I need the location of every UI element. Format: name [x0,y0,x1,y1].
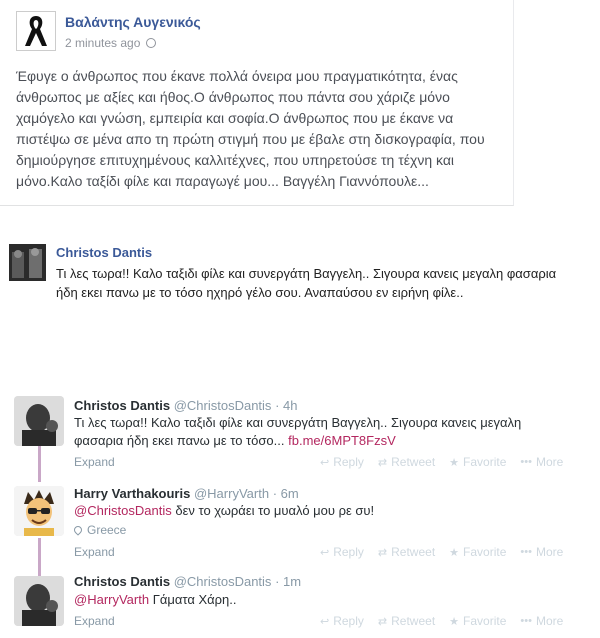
avatar-photo [14,576,64,626]
tweet-author-handle[interactable]: @HarryVarth [194,486,269,501]
more-button[interactable]: ••• More [520,614,563,628]
favorite-button[interactable]: ★ Favorite [449,545,506,559]
retweet-button[interactable]: ⇄ Retweet [378,455,435,469]
expand-link[interactable]: Expand [74,455,115,469]
star-icon: ★ [449,546,460,559]
tweet: Christos Dantis @ChristosDantis · 1m @Ha… [0,570,600,636]
commenter-avatar[interactable] [9,244,46,281]
globe-icon [146,38,157,48]
tweet-author-name[interactable]: Christos Dantis [74,574,170,589]
location-label: Greece [87,523,127,537]
ellipsis-icon: ••• [520,615,532,627]
tweet-actions: ↩ Reply ⇄ Retweet ★ Favorite ••• More [320,455,563,469]
tweet-author-name[interactable]: Harry Varthakouris [74,486,190,501]
expand-link[interactable]: Expand [74,614,115,628]
tweet-header: Christos Dantis @ChristosDantis · 4h [74,398,297,413]
retweet-button[interactable]: ⇄ Retweet [378,545,435,559]
facebook-comment: Christos Dantis Τι λες τωρα!! Καλο ταξιδ… [0,238,600,328]
tweet-text: δεν το χωράει το μυαλό μου ρε συ! [171,503,375,518]
retweet-icon: ⇄ [377,546,388,559]
map-pin-icon [72,524,84,536]
ellipsis-icon: ••• [520,456,532,468]
tweet-author-name[interactable]: Christos Dantis [74,398,170,413]
favorite-label: Favorite [463,455,507,469]
commenter-name[interactable]: Christos Dantis [56,245,152,260]
retweet-icon: ⇄ [377,456,388,469]
tweet-author-handle[interactable]: @ChristosDantis [174,574,272,589]
reply-icon: ↩ [320,615,330,628]
post-meta: 2 minutes ago [65,36,157,50]
reply-icon: ↩ [320,546,330,559]
tweet-timestamp[interactable]: · 4h [275,398,297,413]
author-avatar[interactable] [16,11,56,51]
tweet-actions: ↩ Reply ⇄ Retweet ★ Favorite ••• More [320,614,563,628]
reply-label: Reply [333,455,364,469]
post-author-name[interactable]: Βαλάντης Αυγενικός [65,14,201,30]
reply-label: Reply [333,614,364,628]
tweet: Harry Varthakouris @HarryVarth · 6m @Chr… [0,480,600,565]
ellipsis-icon: ••• [520,546,532,558]
post-text: Έφυγε ο άνθρωπος που έκανε πολλά όνειρα … [16,68,485,189]
tweet-avatar[interactable] [14,396,64,446]
retweet-icon: ⇄ [377,615,388,628]
comment-text: Τι λες τωρα!! Καλο ταξιδι φίλε και συνερ… [56,266,557,300]
tweet-text: Γάματα Χάρη.. [149,592,237,607]
more-button[interactable]: ••• More [520,545,563,559]
tweet-text-block: @HarryVarth Γάματα Χάρη.. [74,591,574,609]
avatar-photo [14,396,64,446]
reply-button[interactable]: ↩ Reply [320,455,364,469]
more-label: More [535,545,564,559]
tweet-text-block: @ChristosDantis δεν το χωράει το μυαλό μ… [74,502,574,520]
tweet-timestamp[interactable]: · 1m [275,574,301,589]
more-button[interactable]: ••• More [520,455,563,469]
retweet-label: Retweet [391,455,436,469]
retweet-button[interactable]: ⇄ Retweet [378,614,435,628]
tweet-timestamp[interactable]: · 6m [273,486,299,501]
tweet-header: Harry Varthakouris @HarryVarth · 6m [74,486,299,501]
commenter-photo [9,244,46,281]
tweet: Christos Dantis @ChristosDantis · 4h Τι … [0,390,600,475]
tweet-actions: ↩ Reply ⇄ Retweet ★ Favorite ••• More [320,545,563,559]
star-icon: ★ [449,615,460,628]
tweet-author-handle[interactable]: @ChristosDantis [174,398,272,413]
facebook-post: Βαλάντης Αυγενικός 2 minutes ago Έφυγε ο… [0,0,514,206]
avatar-cartoon [14,486,64,536]
reply-button[interactable]: ↩ Reply [320,545,364,559]
favorite-label: Favorite [463,614,507,628]
reply-button[interactable]: ↩ Reply [320,614,364,628]
expand-link[interactable]: Expand [74,545,115,559]
tweet-link[interactable]: fb.me/6MPT8FzsV [288,433,396,448]
tweet-avatar[interactable] [14,576,64,626]
tweet-avatar[interactable] [14,486,64,536]
retweet-label: Retweet [391,614,436,628]
favorite-label: Favorite [463,545,507,559]
star-icon: ★ [449,456,460,469]
favorite-button[interactable]: ★ Favorite [449,614,506,628]
tweet-mention[interactable]: @ChristosDantis [74,503,172,518]
more-label: More [535,455,564,469]
post-timestamp[interactable]: 2 minutes ago [65,36,140,50]
tweet-location[interactable]: Greece [72,523,127,537]
reply-label: Reply [333,545,364,559]
more-label: More [535,614,564,628]
reply-icon: ↩ [320,456,330,469]
black-ribbon-icon [25,16,47,46]
tweet-header: Christos Dantis @ChristosDantis · 1m [74,574,301,589]
tweet-mention[interactable]: @HarryVarth [74,592,149,607]
favorite-button[interactable]: ★ Favorite [449,455,506,469]
retweet-label: Retweet [391,545,436,559]
tweet-text-block: Τι λες τωρα!! Καλο ταξιδι φίλε και συνερ… [74,414,574,450]
